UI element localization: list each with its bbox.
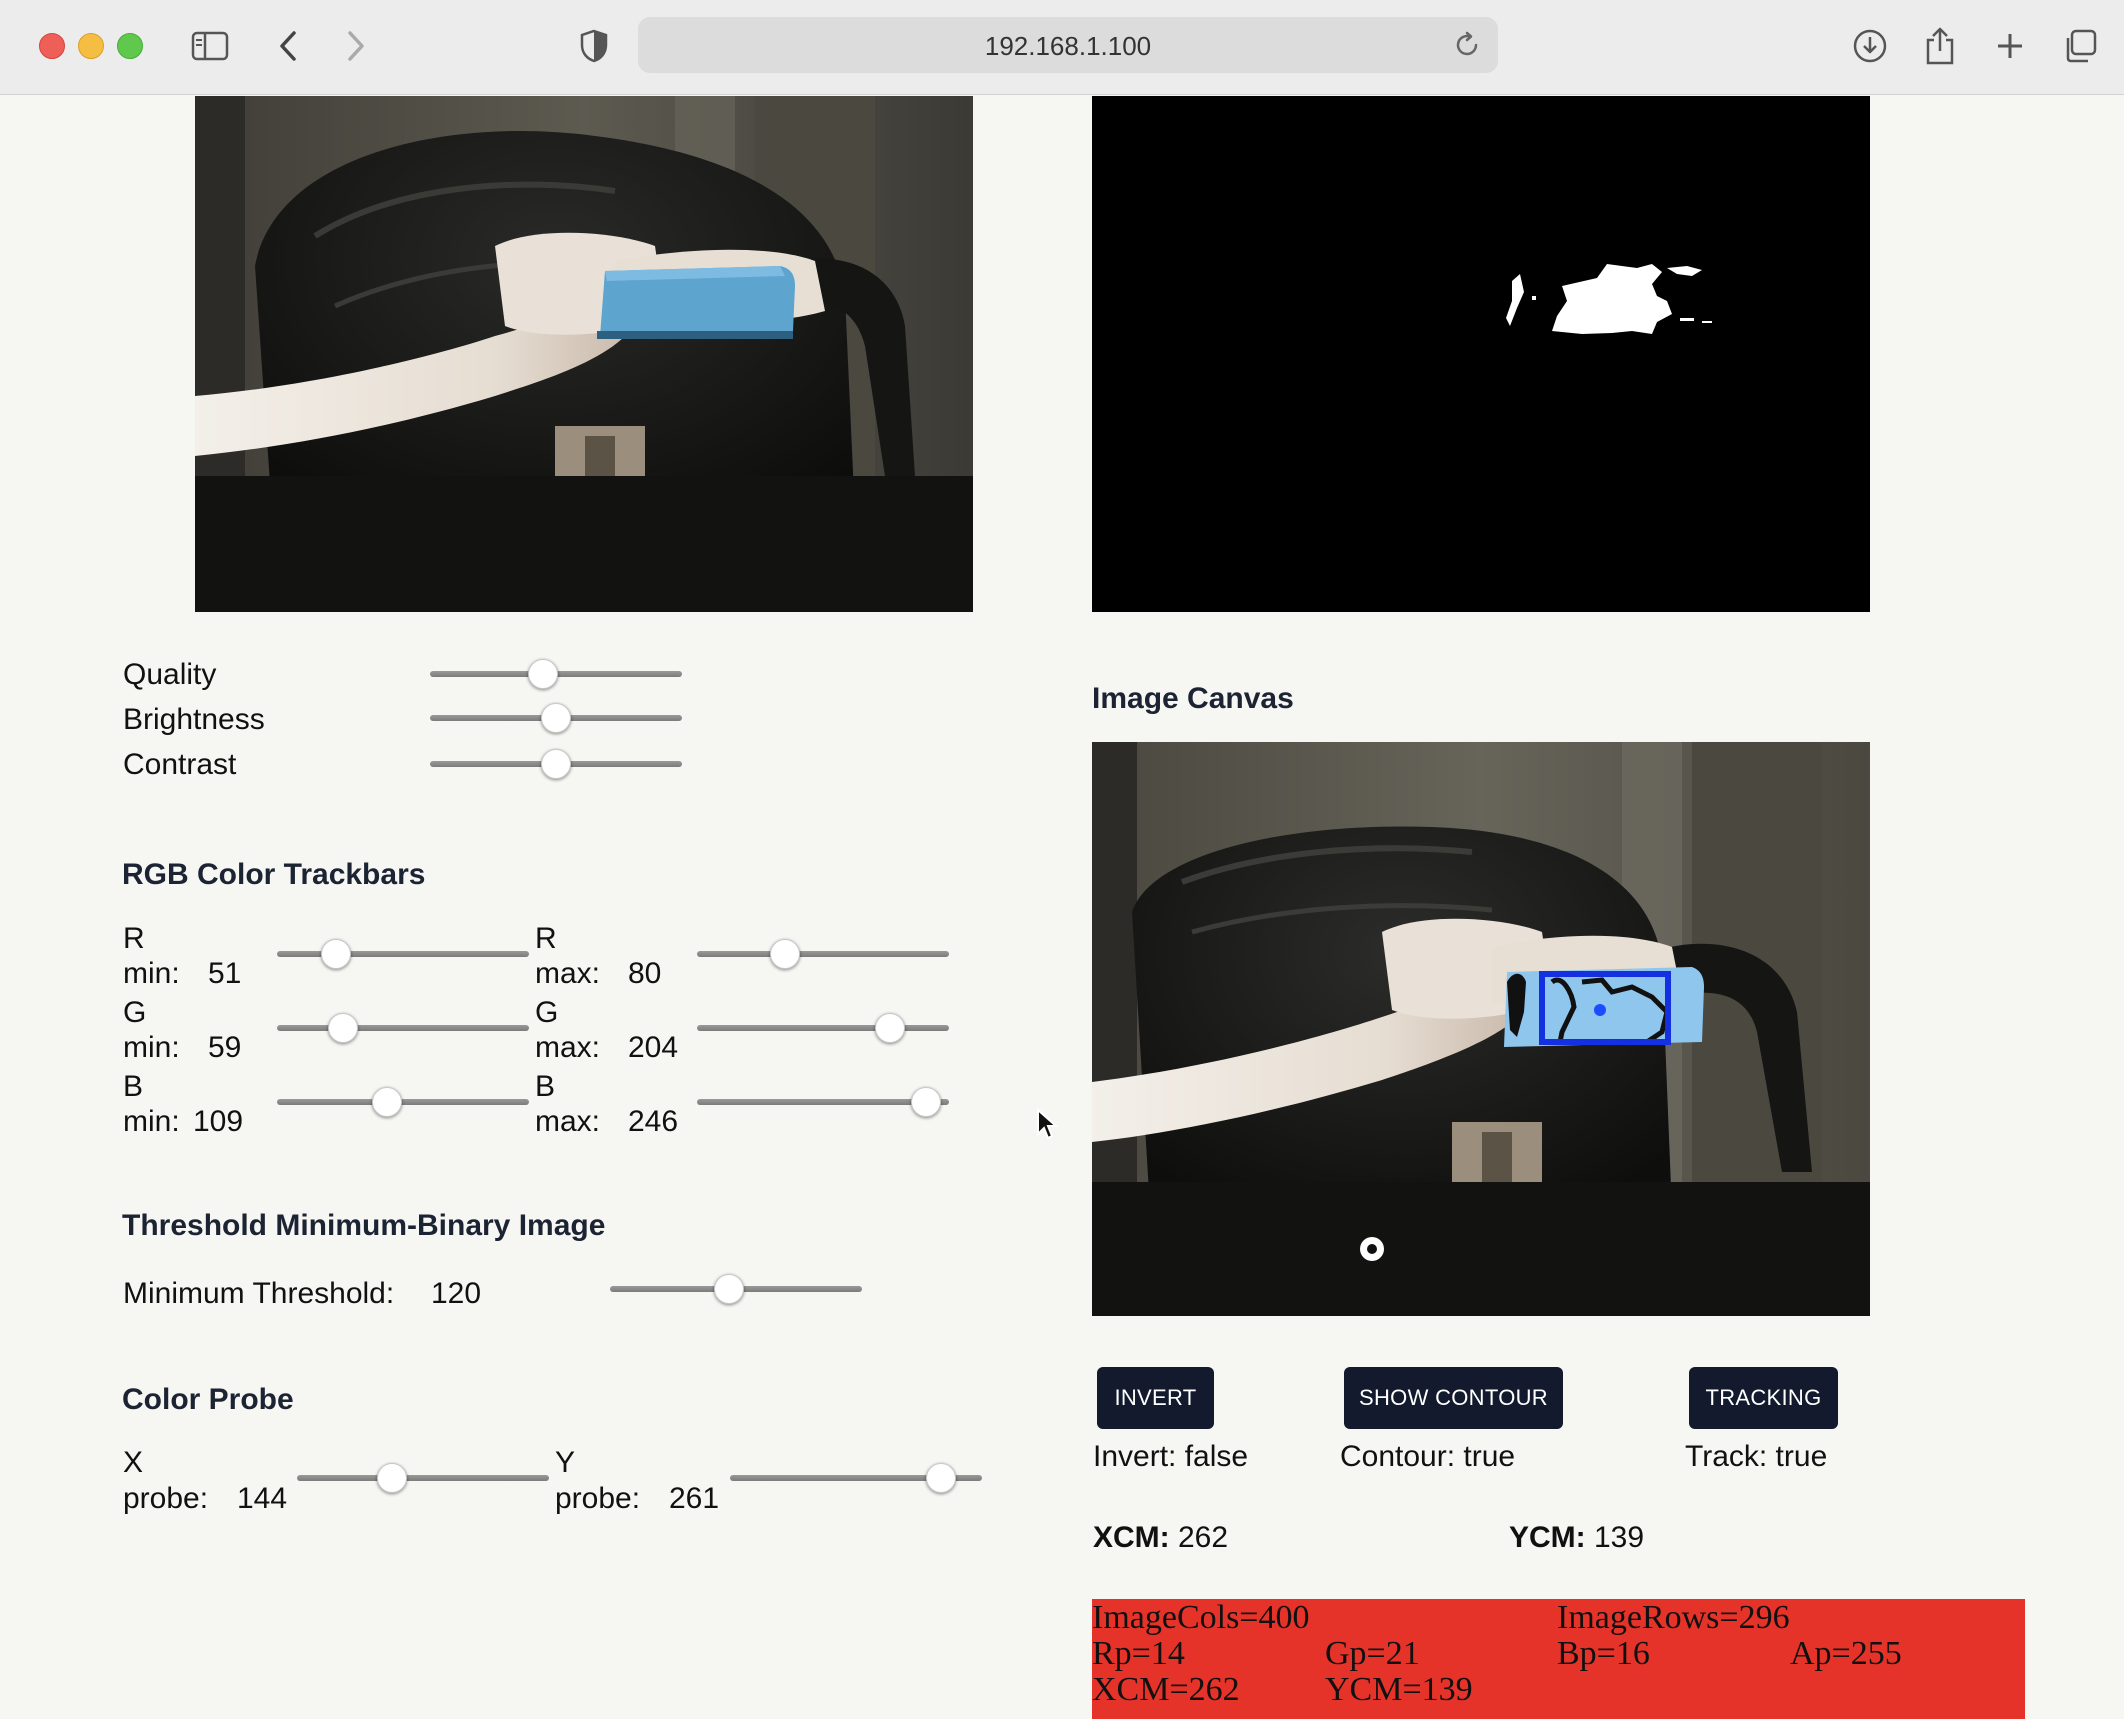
xcm-readout: XCM: 262 bbox=[1093, 1521, 1228, 1555]
slider-thumb[interactable] bbox=[371, 1087, 402, 1117]
r-min-value: 51 bbox=[208, 957, 242, 990]
slider-thumb[interactable] bbox=[541, 749, 571, 779]
b-max-value: 246 bbox=[628, 1105, 679, 1138]
debug-rp: Rp=14 bbox=[1092, 1635, 1185, 1672]
threshold-heading: Threshold Minimum-Binary Image bbox=[122, 1209, 606, 1242]
ycm-readout: YCM: 139 bbox=[1509, 1521, 1644, 1555]
b-min-value: 109 bbox=[193, 1105, 244, 1138]
ycm-value: 139 bbox=[1594, 1521, 1645, 1554]
y-probe-slider[interactable] bbox=[730, 1461, 982, 1495]
image-canvas[interactable] bbox=[1092, 742, 1870, 1316]
binary-image bbox=[1092, 96, 1870, 612]
debug-bp: Bp=16 bbox=[1557, 1635, 1650, 1672]
r-max-sub: max: bbox=[535, 957, 601, 990]
threshold-value: 120 bbox=[431, 1277, 482, 1310]
invert-button[interactable]: INVERT bbox=[1097, 1367, 1214, 1429]
slider-thumb[interactable] bbox=[376, 1463, 407, 1493]
x-probe-sub: probe: bbox=[123, 1482, 209, 1515]
forward-icon[interactable] bbox=[334, 24, 378, 68]
track-status: Track: true bbox=[1685, 1440, 1828, 1473]
browser-toolbar: 192.168.1.100 bbox=[0, 0, 2124, 95]
brightness-label: Brightness bbox=[123, 703, 265, 736]
r-max-label: R bbox=[535, 922, 557, 955]
b-min-slider[interactable] bbox=[277, 1085, 529, 1119]
debug-xcm: XCM=262 bbox=[1092, 1671, 1240, 1708]
sidebar-toggle-icon[interactable] bbox=[188, 24, 232, 68]
debug-image-cols: ImageCols=400 bbox=[1092, 1599, 1310, 1636]
tab-overview-icon[interactable] bbox=[2058, 24, 2102, 68]
x-probe-slider[interactable] bbox=[297, 1461, 549, 1495]
debug-panel: ImageCols=400 ImageRows=296 Rp=14 Gp=21 … bbox=[1092, 1599, 2025, 1719]
debug-ap: Ap=255 bbox=[1790, 1635, 1902, 1672]
b-min-label: B bbox=[123, 1070, 144, 1103]
debug-ycm: YCM=139 bbox=[1325, 1671, 1473, 1708]
g-min-label: G bbox=[123, 996, 147, 1029]
r-min-slider[interactable] bbox=[277, 937, 529, 971]
reload-icon[interactable] bbox=[1452, 30, 1482, 65]
tracking-button[interactable]: TRACKING bbox=[1689, 1367, 1838, 1429]
brightness-slider[interactable] bbox=[430, 701, 682, 735]
contour-status: Contour: true bbox=[1340, 1440, 1516, 1473]
quality-slider[interactable] bbox=[430, 657, 682, 691]
x-probe-value: 144 bbox=[237, 1482, 288, 1515]
camera-stream bbox=[195, 96, 973, 612]
contrast-slider[interactable] bbox=[430, 747, 682, 781]
invert-status: Invert: false bbox=[1093, 1440, 1249, 1473]
g-max-sub: max: bbox=[535, 1031, 601, 1064]
r-min-sub: min: bbox=[123, 957, 180, 990]
share-icon[interactable] bbox=[1918, 24, 1962, 68]
x-probe-label: X bbox=[123, 1446, 144, 1479]
debug-image-rows: ImageRows=296 bbox=[1557, 1599, 1790, 1636]
b-max-label: B bbox=[535, 1070, 556, 1103]
b-min-sub: min: bbox=[123, 1105, 180, 1138]
slider-thumb[interactable] bbox=[541, 703, 571, 733]
ycm-label: YCM: bbox=[1509, 1521, 1586, 1554]
contrast-label: Contrast bbox=[123, 748, 237, 781]
threshold-label: Minimum Threshold: bbox=[123, 1277, 395, 1310]
rgb-heading: RGB Color Trackbars bbox=[122, 858, 426, 891]
r-max-value: 80 bbox=[628, 957, 662, 990]
y-probe-sub: probe: bbox=[555, 1482, 641, 1515]
g-max-value: 204 bbox=[628, 1031, 679, 1064]
probe-heading: Color Probe bbox=[122, 1383, 294, 1416]
g-max-label: G bbox=[535, 996, 559, 1029]
address-bar[interactable]: 192.168.1.100 bbox=[638, 17, 1498, 73]
canvas-heading: Image Canvas bbox=[1092, 682, 1294, 715]
minimize-window-button[interactable] bbox=[78, 33, 104, 59]
g-min-sub: min: bbox=[123, 1031, 180, 1064]
slider-thumb[interactable] bbox=[770, 939, 801, 969]
slider-thumb[interactable] bbox=[714, 1274, 745, 1304]
r-max-slider[interactable] bbox=[697, 937, 949, 971]
new-tab-icon[interactable] bbox=[1988, 24, 2032, 68]
close-window-button[interactable] bbox=[39, 33, 65, 59]
slider-thumb[interactable] bbox=[911, 1087, 942, 1117]
xcm-label: XCM: bbox=[1093, 1521, 1170, 1554]
privacy-shield-icon[interactable] bbox=[572, 24, 616, 68]
zoom-window-button[interactable] bbox=[117, 33, 143, 59]
show-contour-button[interactable]: SHOW CONTOUR bbox=[1344, 1367, 1563, 1429]
threshold-slider[interactable] bbox=[610, 1272, 862, 1306]
debug-gp: Gp=21 bbox=[1325, 1635, 1420, 1672]
b-max-slider[interactable] bbox=[697, 1085, 949, 1119]
y-probe-value: 261 bbox=[669, 1482, 720, 1515]
mouse-pointer-icon bbox=[1036, 1107, 1059, 1147]
slider-thumb[interactable] bbox=[527, 659, 558, 689]
slider-thumb[interactable] bbox=[328, 1013, 359, 1043]
slider-thumb[interactable] bbox=[925, 1463, 956, 1493]
xcm-value: 262 bbox=[1178, 1521, 1229, 1554]
b-max-sub: max: bbox=[535, 1105, 601, 1138]
back-icon[interactable] bbox=[266, 24, 310, 68]
g-min-value: 59 bbox=[208, 1031, 242, 1064]
y-probe-label: Y bbox=[555, 1446, 576, 1479]
slider-thumb[interactable] bbox=[321, 939, 352, 969]
downloads-icon[interactable] bbox=[1848, 24, 1892, 68]
slider-thumb[interactable] bbox=[874, 1013, 905, 1043]
quality-label: Quality bbox=[123, 658, 217, 691]
r-min-label: R bbox=[123, 922, 145, 955]
url-text: 192.168.1.100 bbox=[984, 31, 1152, 61]
g-min-slider[interactable] bbox=[277, 1011, 529, 1045]
g-max-slider[interactable] bbox=[697, 1011, 949, 1045]
